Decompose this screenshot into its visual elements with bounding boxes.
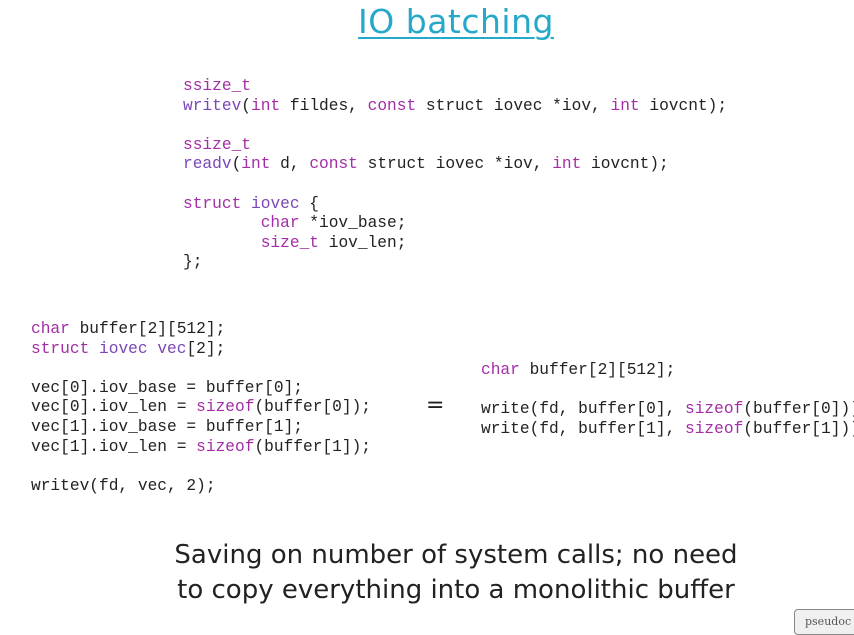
code-token: struct <box>31 339 90 358</box>
write-example-code: char buffer[2][512]; write(fd, buffer[0]… <box>481 361 854 439</box>
code-token: sizeof <box>196 437 255 456</box>
code-token: { <box>299 194 320 213</box>
code-token: (buffer[0])); <box>743 400 854 419</box>
code-token: }; <box>183 253 203 272</box>
code-token: struct iovec *iov, <box>357 155 553 174</box>
pseudocode-badge[interactable]: pseudoc <box>794 609 854 635</box>
code-token: size_t <box>260 233 320 252</box>
code-token: (buffer[1])); <box>743 419 854 438</box>
code-token: struct iovec *iov, <box>416 96 611 115</box>
code-token: struct <box>183 194 242 213</box>
code-token: ssize_t <box>183 135 251 154</box>
code-token: vec[0].iov_len = <box>31 398 197 417</box>
equals-sign: = <box>426 393 445 418</box>
code-token: iovcnt); <box>639 96 728 115</box>
code-token: iovcnt); <box>581 155 669 174</box>
writev-example-code: char buffer[2][512]; struct iovec vec[2]… <box>31 320 371 496</box>
code-token: d, <box>270 155 310 174</box>
code-token: write(fd, buffer[0], <box>481 400 685 419</box>
code-token: fildes, <box>280 96 368 115</box>
code-token: vec <box>157 339 187 358</box>
code-token: const <box>367 96 417 115</box>
code-token: char <box>31 320 70 338</box>
code-token: writev(fd, vec, 2); <box>31 476 216 495</box>
code-token: char <box>481 361 520 379</box>
code-token: iovec <box>99 339 148 358</box>
code-token: [2]; <box>186 339 226 358</box>
code-token: vec[1].iov_len = <box>31 437 197 456</box>
code-token: (buffer[0]); <box>254 398 372 417</box>
syscall-prototypes-code: ssize_t writev(int fildes, const struct … <box>183 77 728 272</box>
code-token: vec[1].iov_base = buffer[1]; <box>31 417 303 436</box>
caption-line: Saving on number of system calls; no nee… <box>174 540 738 570</box>
code-token: sizeof <box>685 419 744 438</box>
slide-title: IO batching <box>358 2 554 41</box>
code-token: const <box>309 155 358 174</box>
code-token: vec[0].iov_base = buffer[0]; <box>31 378 303 397</box>
code-token: int <box>251 96 281 115</box>
code-token: sizeof <box>196 398 255 417</box>
code-token: *iov_base; <box>299 214 407 233</box>
code-token: write(fd, buffer[1], <box>481 419 685 438</box>
caption-line: to copy everything into a monolithic buf… <box>177 575 735 605</box>
slide-caption: Saving on number of system calls; no nee… <box>0 538 854 608</box>
code-token: buffer[2][512]; <box>69 320 226 338</box>
code-token: iov_len; <box>319 233 407 252</box>
code-token: iovec <box>251 194 300 213</box>
code-token: readv <box>183 155 232 174</box>
code-token: int <box>552 155 582 174</box>
code-token: (buffer[1]); <box>254 437 372 456</box>
code-token: sizeof <box>685 400 744 419</box>
code-token: char <box>260 214 300 233</box>
code-token: int <box>241 155 271 174</box>
code-token: buffer[2][512]; <box>519 361 676 379</box>
code-token: writev <box>183 96 242 115</box>
code-token: ssize_t <box>183 77 251 95</box>
code-token: int <box>610 96 640 115</box>
badge-label: pseudoc <box>805 615 852 628</box>
